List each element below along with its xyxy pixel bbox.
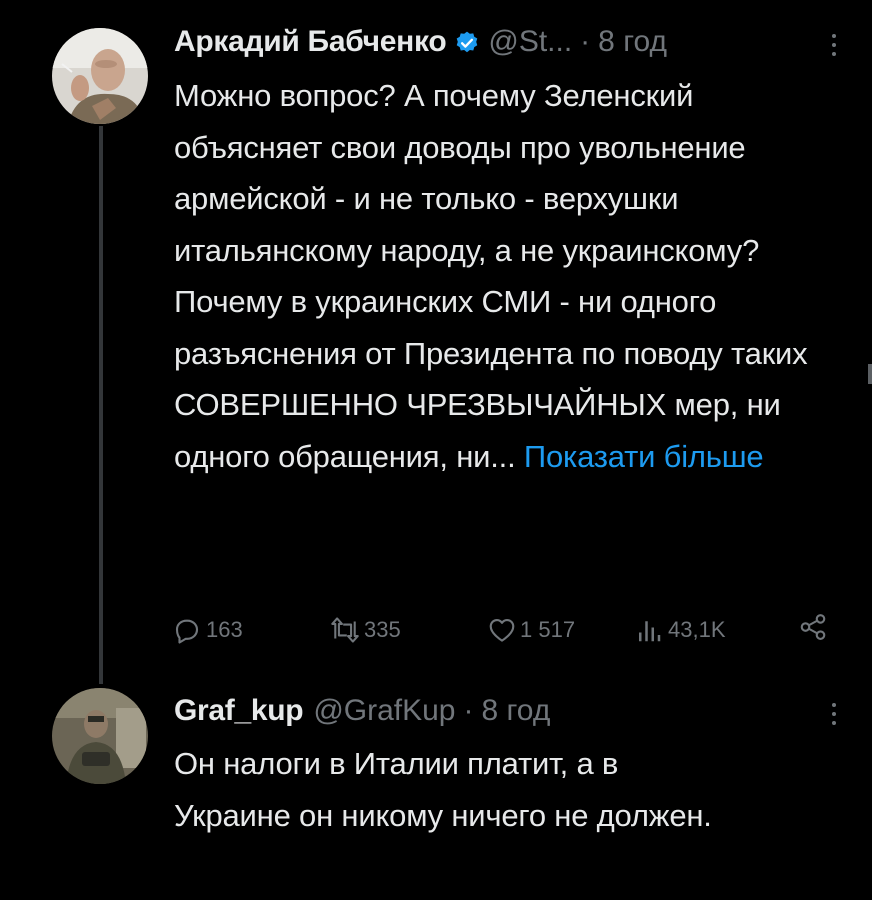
tweet-header: Graf_kup @GrafKup · 8 год [174, 693, 550, 729]
tweet-paragraph: Почему в украинских СМИ - ни одного разъ… [174, 276, 844, 482]
repost-icon [331, 617, 359, 643]
share-button[interactable] [798, 612, 828, 642]
scrollbar-thumb[interactable] [868, 364, 872, 384]
show-more-link[interactable]: Показати більше [524, 439, 764, 474]
tweet-paragraph: Можно вопрос? А почему Зеленский объясня… [174, 78, 760, 268]
more-vertical-icon[interactable] [830, 34, 838, 56]
more-vertical-icon[interactable] [830, 703, 838, 725]
repost-count: 335 [364, 617, 401, 642]
views-chart-icon [639, 621, 661, 642]
share-icon [800, 614, 826, 640]
tweet-text: Он налоги в Италии платит, а в Украине о… [174, 738, 734, 841]
handle[interactable]: @St... [488, 24, 572, 60]
tweet-header: Аркадий Бабченко @St... · 8 год [174, 24, 667, 60]
views-count: 43,1K [668, 617, 726, 642]
separator-dot: · [580, 25, 591, 58]
verified-badge-icon [454, 29, 480, 55]
heart-icon [489, 618, 515, 642]
timestamp[interactable]: 8 год [482, 693, 551, 729]
reply-icon [175, 619, 199, 644]
handle[interactable]: @GrafKup [313, 693, 455, 729]
reply-button[interactable]: 163 [172, 612, 243, 648]
tweet-actions: 163 335 1 517 43,1K [172, 612, 832, 648]
like-count: 1 517 [520, 617, 576, 642]
tweet-text: Можно вопрос? А почему Зеленский объясня… [174, 70, 844, 482]
display-name[interactable]: Аркадий Бабченко [174, 24, 447, 60]
avatar[interactable] [52, 688, 148, 784]
like-button[interactable]: 1 517 [486, 612, 575, 648]
reply-count: 163 [206, 617, 243, 642]
thread-connector-line [99, 126, 103, 684]
avatar-photo [52, 28, 148, 124]
separator-dot: · [463, 694, 474, 727]
repost-button[interactable]: 335 [328, 612, 401, 648]
views-button[interactable]: 43,1K [634, 612, 726, 648]
avatar-photo [52, 688, 148, 784]
tweet-paragraph: Он налоги в Италии платит, а в Украине о… [174, 746, 712, 833]
avatar[interactable] [52, 28, 148, 124]
timestamp[interactable]: 8 год [598, 24, 667, 60]
display-name[interactable]: Graf_kup [174, 693, 304, 729]
